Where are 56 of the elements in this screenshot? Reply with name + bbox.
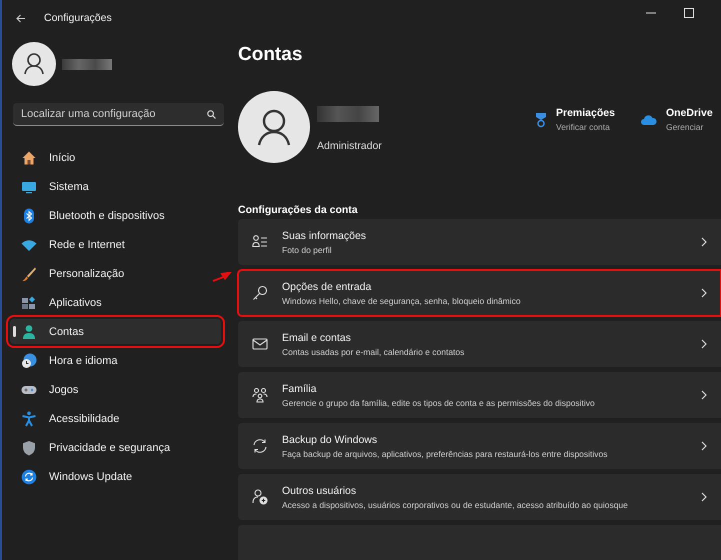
chevron-right-icon — [701, 441, 707, 451]
sidebar-item[interactable]: Início — [10, 145, 221, 170]
search-icon — [207, 110, 216, 119]
accessibility-icon — [21, 410, 37, 426]
settings-card[interactable]: Outros usuários Acesso a dispositivos, usuários corporativos ou de estudante, acesso atribuído ao quiosque — [238, 474, 721, 520]
house-icon — [21, 150, 37, 166]
sidebar-item[interactable]: Aplicativos — [10, 290, 221, 315]
sidebar-item[interactable]: Privacidade e segurança — [10, 435, 221, 460]
people-icon — [252, 387, 268, 403]
service-title[interactable]: Premiações — [556, 107, 615, 119]
clock-icon — [21, 352, 37, 368]
add-user-icon — [252, 489, 268, 505]
search-field[interactable]: Localizar uma configuração — [13, 103, 224, 126]
key-icon — [252, 285, 268, 301]
apps-icon — [21, 294, 37, 310]
section-heading: Configurações da conta — [238, 204, 359, 218]
sidebar-item[interactable]: Hora e idioma — [10, 348, 221, 373]
sidebar-item[interactable]: Acessibilidade — [10, 406, 221, 431]
shield-icon — [21, 440, 37, 456]
settings-card[interactable]: Família Gerencie o grupo da família, edite os tipos de conta e as permissões do dispositivo — [238, 372, 721, 418]
chevron-right-icon — [701, 339, 707, 349]
person-icon — [21, 324, 37, 340]
bluetooth-icon — [21, 208, 37, 224]
chevron-right-icon — [701, 492, 707, 502]
sidebar-item[interactable]: Personalização — [10, 261, 221, 286]
settings-card[interactable]: Suas informações Foto do perfil — [238, 219, 721, 265]
chevron-right-icon — [701, 288, 707, 298]
sidebar-item[interactable]: Bluetooth e dispositivos — [10, 203, 221, 228]
avatar-icon — [238, 91, 310, 163]
maximize-icon[interactable] — [684, 8, 694, 18]
sidebar-item[interactable]: Sistema — [10, 174, 221, 199]
settings-card[interactable]: Email e contas Contas usadas por e-mail, calendário e contatos — [238, 321, 721, 367]
page-title: Contas — [238, 44, 304, 67]
sidebar-item[interactable]: Windows Update — [10, 464, 221, 489]
account-role: Administrador — [317, 140, 383, 152]
chevron-right-icon — [701, 237, 707, 247]
mail-icon — [252, 336, 268, 352]
window-title: Configurações — [44, 12, 112, 24]
sidebar-item[interactable]: Contas — [10, 319, 221, 344]
service-subtitle: Verificar conta — [556, 122, 611, 132]
update-icon — [21, 468, 37, 484]
sidebar-item[interactable]: Rede e Internet — [10, 232, 221, 257]
back-arrow-icon[interactable] — [16, 14, 26, 22]
service-subtitle: Gerenciar — [666, 122, 704, 132]
cloud-icon — [640, 114, 657, 124]
avatar-icon — [12, 42, 56, 86]
settings-card[interactable]: Backup do Windows Faça backup de arquivos, aplicativos, preferências para restaurá-los entre dispositivos — [238, 423, 721, 469]
service-title[interactable]: OneDrive — [666, 107, 713, 119]
brush-icon — [21, 266, 37, 282]
blurred-name — [62, 58, 112, 70]
blurred-name — [317, 106, 379, 122]
person-list-icon — [252, 234, 268, 250]
chevron-right-icon — [701, 390, 707, 400]
sync-icon — [252, 438, 268, 454]
sidebar-item[interactable]: Jogos — [10, 377, 221, 402]
medal-icon — [535, 112, 547, 128]
